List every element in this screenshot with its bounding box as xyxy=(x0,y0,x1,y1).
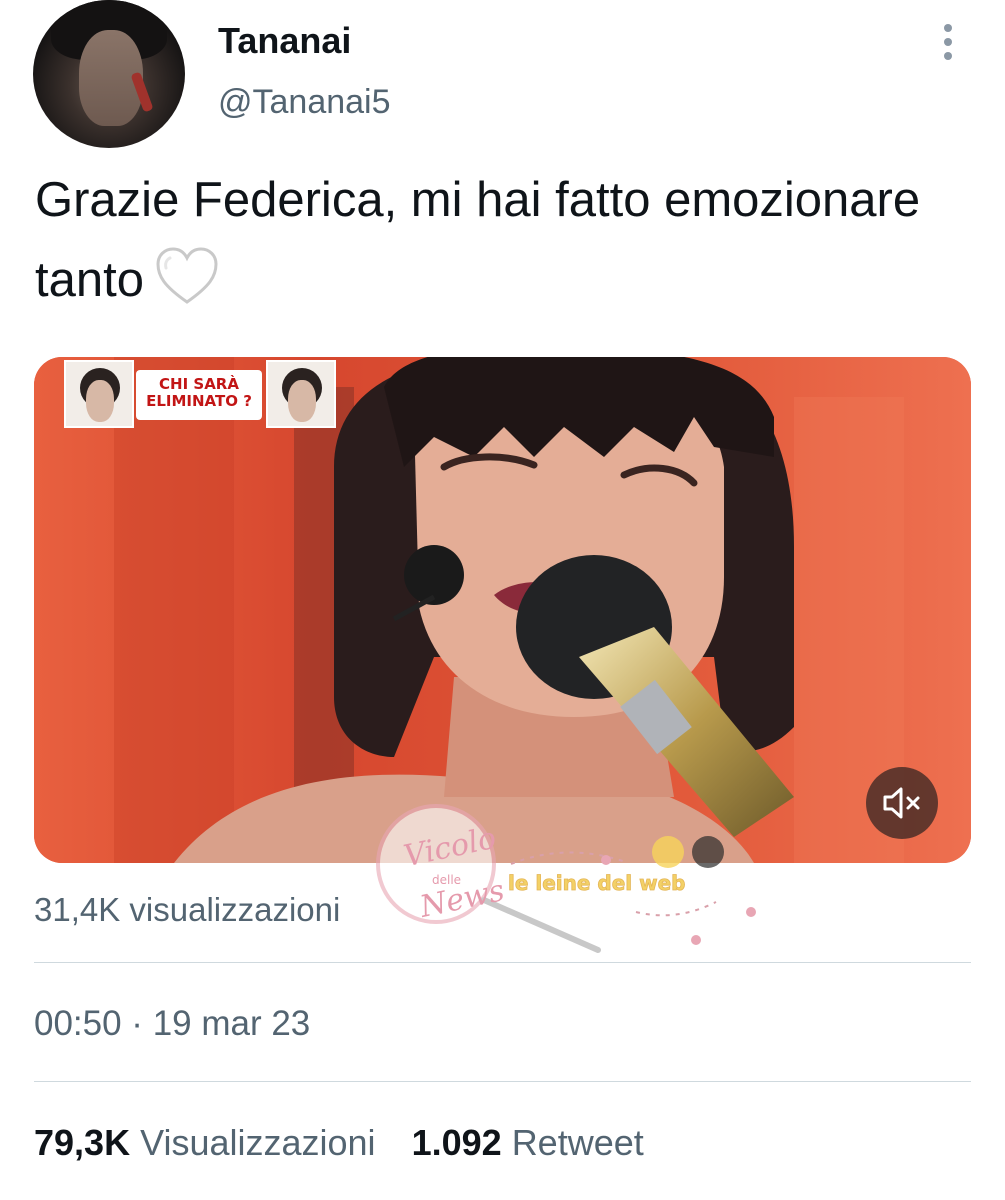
svg-text:delle: delle xyxy=(432,873,461,887)
retweets-stat[interactable]: 1.092 Retweet xyxy=(412,1122,644,1164)
svg-text:le leine del web: le leine del web xyxy=(508,871,685,895)
elimination-label: CHI SARÀ ELIMINATO ? xyxy=(136,370,262,420)
retweets-stat-value: 1.092 xyxy=(411,1122,502,1163)
tweet-timestamp[interactable]: 00:50 · 19 mar 23 xyxy=(34,1004,310,1044)
svg-text:News: News xyxy=(416,873,507,925)
more-options-icon[interactable] xyxy=(936,22,960,62)
video-view-count: 31,4K visualizzazioni xyxy=(34,891,341,928)
views-stat-label: Visualizzazioni xyxy=(140,1122,376,1163)
author-name[interactable]: Tananai xyxy=(218,20,351,62)
contestant-thumbnail-right xyxy=(266,360,336,428)
elimination-label-line2: ELIMINATO ? xyxy=(146,392,252,410)
video-player[interactable] xyxy=(34,357,971,863)
tweet-stats: 79,3K Visualizzazioni 1.092 Retweet xyxy=(34,1122,670,1164)
video-frame xyxy=(34,357,971,863)
mute-button[interactable] xyxy=(866,767,938,839)
retweets-stat-label: Retweet xyxy=(511,1122,644,1163)
views-stat[interactable]: 79,3K Visualizzazioni xyxy=(34,1122,376,1164)
elimination-label-line1: CHI SARÀ xyxy=(159,375,239,393)
speaker-muted-icon xyxy=(883,787,920,819)
elimination-overlay: CHI SARÀ ELIMINATO ? xyxy=(64,360,336,430)
author-avatar[interactable] xyxy=(33,0,185,148)
views-stat-value: 79,3K xyxy=(34,1122,131,1163)
author-handle[interactable]: @Tananai5 xyxy=(218,83,391,122)
tweet-text: Grazie Federica, mi hai fatto emozionare… xyxy=(35,160,955,330)
white-heart-icon xyxy=(154,246,220,330)
divider-bottom xyxy=(34,1081,971,1082)
contestant-thumbnail-left xyxy=(64,360,134,428)
divider-top xyxy=(34,962,971,963)
